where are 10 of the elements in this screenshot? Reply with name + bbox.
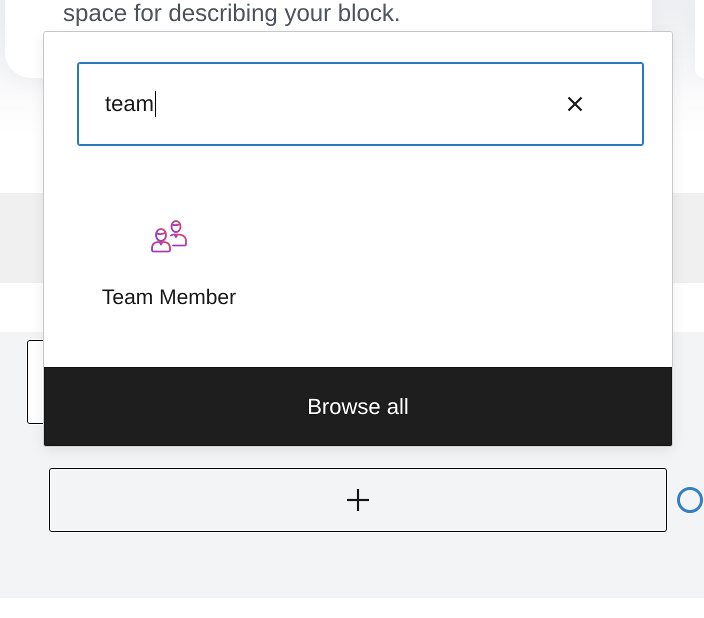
text-cursor bbox=[154, 91, 156, 117]
close-icon bbox=[567, 96, 583, 112]
block-result[interactable]: Team Member bbox=[77, 200, 261, 320]
plus-icon bbox=[347, 489, 369, 511]
search-field[interactable]: team bbox=[77, 62, 644, 146]
browse-all-button[interactable]: Browse all bbox=[44, 367, 672, 446]
block-description: space for describing your block. bbox=[63, 0, 402, 28]
ring-icon[interactable] bbox=[677, 487, 703, 513]
people-icon bbox=[150, 219, 188, 253]
add-block-button[interactable] bbox=[49, 468, 667, 532]
